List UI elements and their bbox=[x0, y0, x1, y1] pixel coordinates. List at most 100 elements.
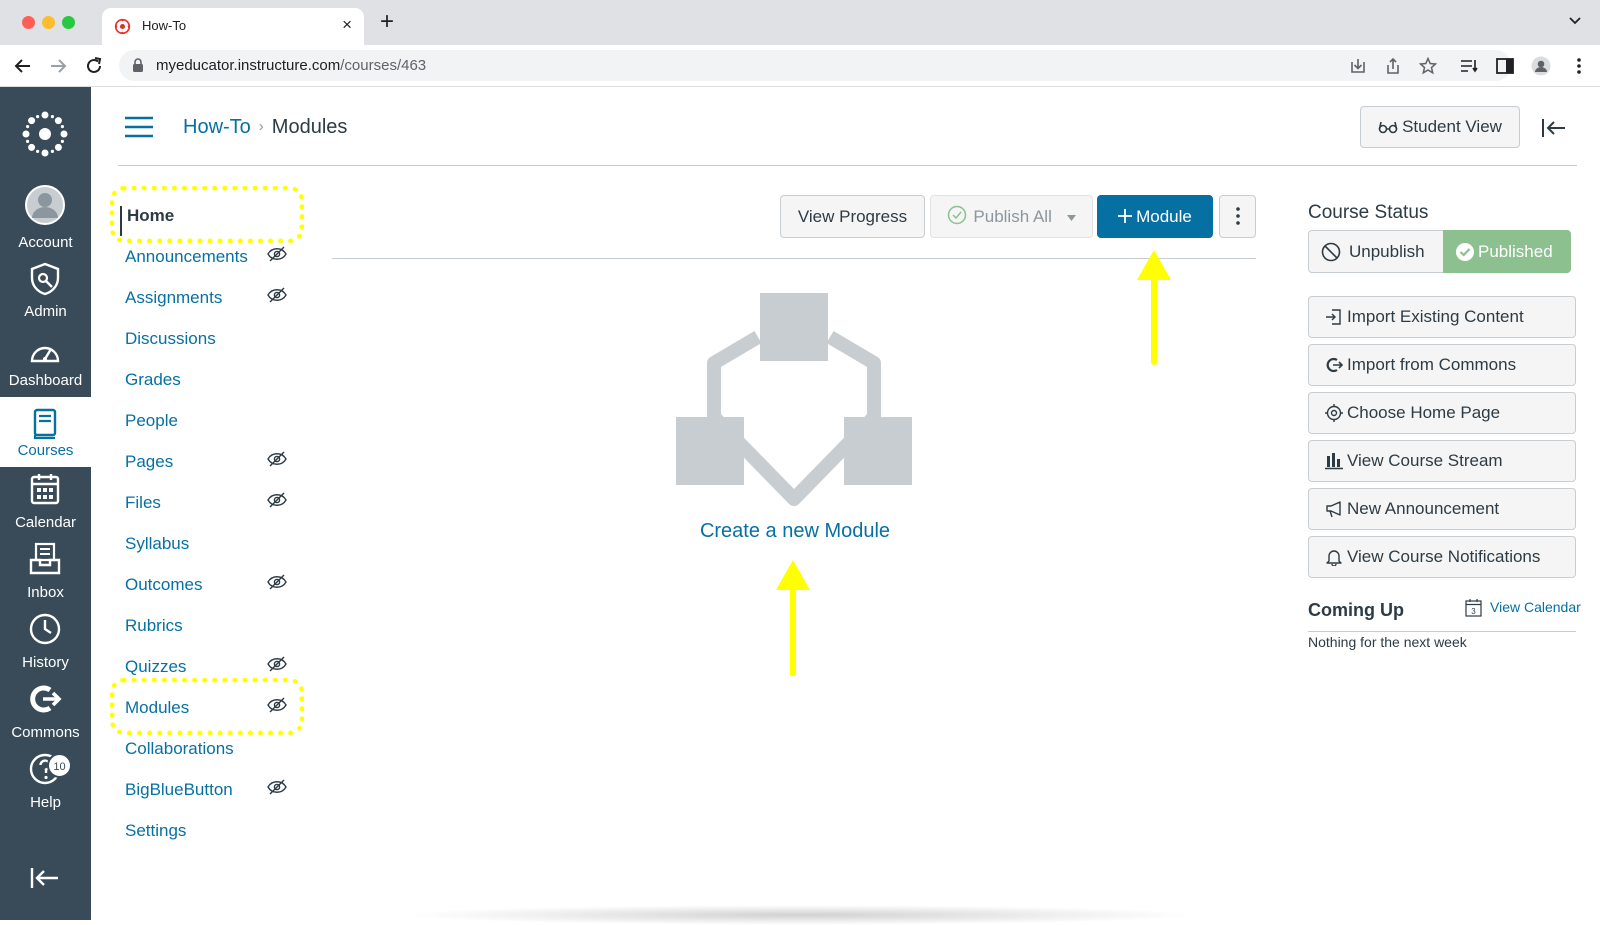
course-nav-assignments[interactable]: Assignments bbox=[125, 287, 305, 318]
side-panel-icon[interactable] bbox=[1495, 56, 1515, 76]
address-bar[interactable]: myeducator.instructure.com/courses/463 bbox=[119, 50, 1511, 81]
hidden-eye-icon bbox=[267, 451, 287, 467]
tab-close-icon[interactable]: × bbox=[342, 15, 352, 35]
new-tab-button[interactable]: + bbox=[380, 10, 394, 34]
account-icon bbox=[25, 185, 65, 225]
forward-arrow-icon[interactable] bbox=[47, 55, 69, 77]
import-icon bbox=[1326, 309, 1341, 325]
global-nav-history[interactable]: History bbox=[0, 612, 91, 682]
global-nav-label: Admin bbox=[24, 303, 67, 320]
window-close-button[interactable] bbox=[22, 16, 35, 29]
browser-menu-icon[interactable] bbox=[1569, 56, 1589, 76]
global-nav-dashboard[interactable]: Dashboard bbox=[0, 333, 91, 403]
hidden-eye-icon bbox=[267, 287, 287, 303]
course-nav-label: Collaborations bbox=[125, 739, 234, 758]
course-nav-label: Settings bbox=[125, 821, 187, 840]
add-module-label: Module bbox=[1136, 207, 1192, 226]
course-nav-syllabus[interactable]: Syllabus bbox=[125, 534, 305, 564]
history-icon bbox=[29, 613, 61, 645]
module-options-kebab-button[interactable] bbox=[1219, 195, 1256, 238]
profile-avatar-icon[interactable] bbox=[1531, 56, 1551, 76]
collapse-sidebar-icon[interactable] bbox=[1541, 118, 1567, 138]
course-nav-files[interactable]: Files bbox=[125, 492, 305, 523]
course-nav-outcomes[interactable]: Outcomes bbox=[125, 574, 305, 605]
global-nav-inbox[interactable]: Inbox bbox=[0, 542, 91, 612]
global-nav-help[interactable]: 10 Help bbox=[0, 752, 91, 822]
publish-all-label: Publish All bbox=[973, 207, 1052, 226]
import-existing-content-button[interactable]: Import Existing Content bbox=[1308, 296, 1576, 338]
bell-icon bbox=[1326, 550, 1342, 566]
breadcrumb-course-link[interactable]: How-To bbox=[183, 116, 251, 138]
import-from-commons-button[interactable]: Import from Commons bbox=[1308, 344, 1576, 386]
publish-all-button[interactable]: Publish All bbox=[930, 195, 1093, 238]
browser-tab[interactable]: How-To × bbox=[102, 8, 364, 45]
arrow-up-annotation-icon bbox=[776, 560, 810, 676]
course-nav-pages[interactable]: Pages bbox=[125, 451, 305, 482]
arrow-up-annotation-icon bbox=[1137, 250, 1171, 365]
view-progress-button[interactable]: View Progress bbox=[780, 195, 925, 238]
student-view-button[interactable]: Student View bbox=[1360, 106, 1520, 148]
canvas-favicon-icon bbox=[114, 18, 131, 35]
course-nav-grades[interactable]: Grades bbox=[125, 370, 305, 400]
course-menu-hamburger-icon[interactable] bbox=[125, 116, 153, 138]
global-nav-label: History bbox=[22, 654, 69, 671]
course-nav-announcements[interactable]: Announcements bbox=[125, 246, 305, 277]
published-button[interactable]: Published bbox=[1443, 230, 1571, 273]
caret-down-icon bbox=[1066, 215, 1076, 221]
course-nav-settings[interactable]: Settings bbox=[125, 821, 305, 851]
course-nav-label: Discussions bbox=[125, 329, 216, 348]
header-divider bbox=[118, 165, 1577, 166]
window-maximize-button[interactable] bbox=[62, 16, 75, 29]
canvas-logo-icon[interactable] bbox=[20, 109, 70, 159]
help-badge: 10 bbox=[47, 753, 72, 778]
share-icon[interactable] bbox=[1384, 57, 1402, 75]
glasses-icon bbox=[1378, 121, 1398, 134]
bookmark-star-icon[interactable] bbox=[1419, 57, 1437, 75]
global-nav-commons[interactable]: Commons bbox=[0, 682, 91, 752]
global-nav-label: Help bbox=[30, 794, 61, 811]
breadcrumb-current-page: Modules bbox=[271, 116, 348, 138]
new-announcement-button[interactable]: New Announcement bbox=[1308, 488, 1576, 530]
global-nav-courses[interactable]: Courses bbox=[0, 397, 91, 467]
view-course-notifications-button[interactable]: View Course Notifications bbox=[1308, 536, 1576, 578]
bar-chart-icon bbox=[1325, 453, 1343, 470]
inbox-icon bbox=[29, 542, 61, 575]
collapse-nav-icon[interactable] bbox=[30, 866, 60, 890]
tab-title: How-To bbox=[142, 18, 187, 33]
global-nav-admin[interactable]: Admin bbox=[0, 260, 91, 330]
global-nav-calendar[interactable]: Calendar bbox=[0, 472, 91, 542]
global-nav-label: Dashboard bbox=[8, 372, 83, 389]
dashboard-icon bbox=[30, 346, 60, 363]
global-nav-label: Commons bbox=[11, 724, 80, 741]
add-module-button[interactable]: Module bbox=[1097, 195, 1213, 238]
choose-home-page-button[interactable]: Choose Home Page bbox=[1308, 392, 1576, 434]
course-nav-rubrics[interactable]: Rubrics bbox=[125, 616, 305, 646]
course-nav-people[interactable]: People bbox=[125, 411, 305, 441]
tab-search-chevron-icon[interactable] bbox=[1568, 14, 1582, 28]
reload-icon[interactable] bbox=[83, 55, 105, 77]
breadcrumb-separator: › bbox=[258, 118, 264, 135]
ban-icon bbox=[1321, 242, 1341, 262]
install-icon[interactable] bbox=[1349, 57, 1367, 75]
course-nav-bigbluebutton[interactable]: BigBlueButton bbox=[125, 779, 305, 810]
course-nav-discussions[interactable]: Discussions bbox=[125, 329, 305, 359]
create-new-module-link[interactable]: Create a new Module bbox=[650, 520, 940, 543]
reading-list-icon[interactable] bbox=[1459, 56, 1479, 76]
global-navigation: Account Admin Dashboard Courses Calendar… bbox=[0, 87, 91, 920]
commons-icon bbox=[1326, 357, 1343, 373]
modules-empty-illustration[interactable] bbox=[676, 293, 912, 511]
window-minimize-button[interactable] bbox=[42, 16, 55, 29]
url-path: /courses/463 bbox=[340, 57, 427, 74]
browser-toolbar: myeducator.instructure.com/courses/463 bbox=[0, 45, 1600, 87]
hidden-eye-icon bbox=[267, 574, 287, 590]
view-course-stream-button[interactable]: View Course Stream bbox=[1308, 440, 1576, 482]
global-nav-account[interactable]: Account bbox=[0, 185, 91, 255]
view-calendar-link[interactable]: View Calendar bbox=[1490, 599, 1581, 615]
unpublish-button[interactable]: Unpublish bbox=[1308, 230, 1444, 273]
course-nav-collaborations[interactable]: Collaborations bbox=[125, 739, 305, 769]
admin-icon bbox=[30, 262, 60, 296]
side-action-label: View Course Stream bbox=[1347, 451, 1503, 470]
browser-tab-bar: How-To × + bbox=[0, 0, 1600, 45]
coming-up-empty-text: Nothing for the next week bbox=[1308, 634, 1467, 650]
back-arrow-icon[interactable] bbox=[12, 55, 34, 77]
